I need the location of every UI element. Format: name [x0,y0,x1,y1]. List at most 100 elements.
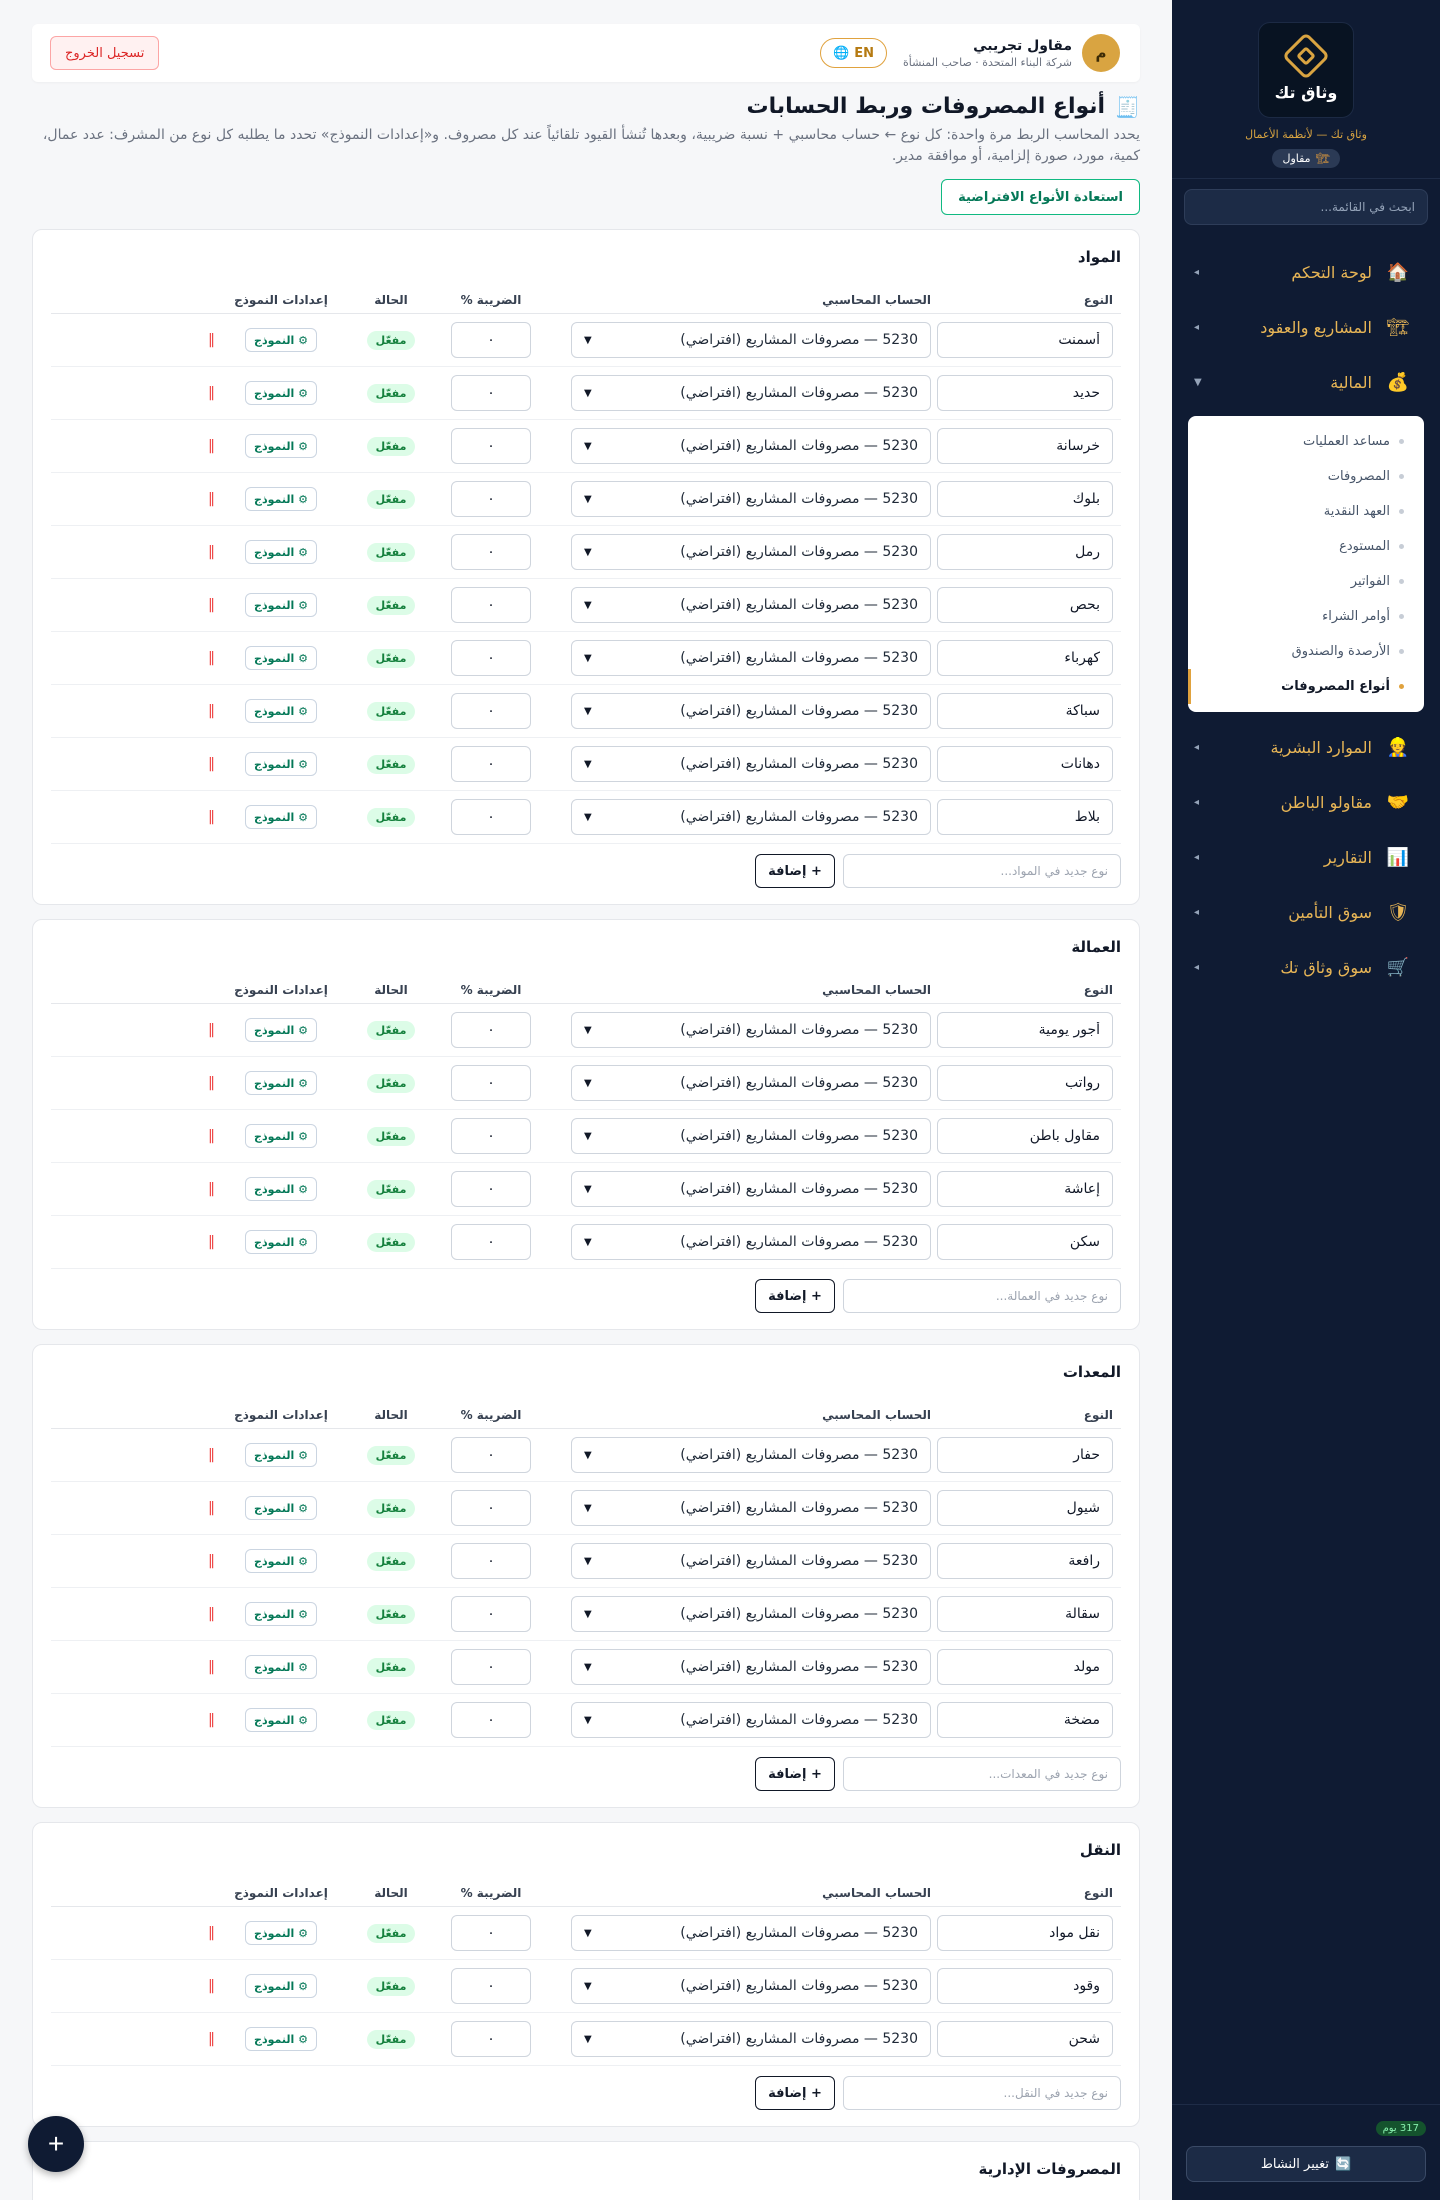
type-name-input[interactable] [937,1012,1113,1048]
account-select[interactable]: 5230 — مصروفات المشاريع (افتراضي) ▼ [571,2021,931,2057]
type-name-input[interactable] [937,799,1113,835]
account-select[interactable]: 5230 — مصروفات المشاريع (افتراضي) ▼ [571,428,931,464]
model-settings-button[interactable]: ⚙ النموذج [245,1496,317,1520]
delete-icon[interactable]: ‖ [202,1076,221,1090]
tax-rate-input[interactable] [451,1171,531,1207]
model-settings-button[interactable]: ⚙ النموذج [245,1708,317,1732]
sidebar-item-0[interactable]: 🏠 لوحة التحكم ◂ [1172,245,1440,300]
delete-icon[interactable]: ‖ [202,1182,221,1196]
sidebar-item-5[interactable]: 📊 التقارير ◂ [1172,830,1440,885]
type-name-input[interactable] [937,481,1113,517]
account-select[interactable]: 5230 — مصروفات المشاريع (افتراضي) ▼ [571,534,931,570]
add-type-button[interactable]: + إضافة [755,1279,835,1313]
tax-rate-input[interactable] [451,693,531,729]
model-settings-button[interactable]: ⚙ النموذج [245,1921,317,1945]
delete-icon[interactable]: ‖ [202,704,221,718]
model-settings-button[interactable]: ⚙ النموذج [245,1549,317,1573]
delete-icon[interactable]: ‖ [202,1979,221,1993]
account-select[interactable]: 5230 — مصروفات المشاريع (افتراضي) ▼ [571,1968,931,2004]
submenu-item-1[interactable]: المصروفات [1188,459,1424,494]
tax-rate-input[interactable] [451,1065,531,1101]
tax-rate-input[interactable] [451,1968,531,2004]
model-settings-button[interactable]: ⚙ النموذج [245,1124,317,1148]
model-settings-button[interactable]: ⚙ النموذج [245,540,317,564]
model-settings-button[interactable]: ⚙ النموذج [245,328,317,352]
submenu-item-7[interactable]: أنواع المصروفات [1188,669,1424,704]
model-settings-button[interactable]: ⚙ النموذج [245,1177,317,1201]
model-settings-button[interactable]: ⚙ النموذج [245,2027,317,2051]
tax-rate-input[interactable] [451,2021,531,2057]
tax-rate-input[interactable] [451,1012,531,1048]
tax-rate-input[interactable] [451,1702,531,1738]
account-select[interactable]: 5230 — مصروفات المشاريع (افتراضي) ▼ [571,1702,931,1738]
account-select[interactable]: 5230 — مصروفات المشاريع (افتراضي) ▼ [571,1649,931,1685]
model-settings-button[interactable]: ⚙ النموذج [245,1443,317,1467]
model-settings-button[interactable]: ⚙ النموذج [245,1230,317,1254]
type-name-input[interactable] [937,1490,1113,1526]
delete-icon[interactable]: ‖ [202,651,221,665]
logo[interactable]: وثاق تك [1258,22,1354,118]
tax-rate-input[interactable] [451,1915,531,1951]
restore-defaults-button[interactable]: استعادة الأنواع الافتراضية [941,179,1140,215]
new-type-input[interactable] [843,1279,1121,1313]
model-settings-button[interactable]: ⚙ النموذج [245,699,317,723]
account-select[interactable]: 5230 — مصروفات المشاريع (افتراضي) ▼ [571,746,931,782]
change-activity-button[interactable]: 🔄 تغيير النشاط [1186,2146,1426,2182]
new-type-input[interactable] [843,2076,1121,2110]
account-select[interactable]: 5230 — مصروفات المشاريع (افتراضي) ▼ [571,799,931,835]
tax-rate-input[interactable] [451,587,531,623]
type-name-input[interactable] [937,375,1113,411]
delete-icon[interactable]: ‖ [202,810,221,824]
model-settings-button[interactable]: ⚙ النموذج [245,1655,317,1679]
account-select[interactable]: 5230 — مصروفات المشاريع (افتراضي) ▼ [571,1224,931,1260]
model-settings-button[interactable]: ⚙ النموذج [245,1974,317,1998]
delete-icon[interactable]: ‖ [202,598,221,612]
delete-icon[interactable]: ‖ [202,1713,221,1727]
model-settings-button[interactable]: ⚙ النموذج [245,1071,317,1095]
type-name-input[interactable] [937,428,1113,464]
delete-icon[interactable]: ‖ [202,1235,221,1249]
sidebar-item-1[interactable]: 🏗 المشاريع والعقود ◂ [1172,300,1440,355]
tax-rate-input[interactable] [451,1437,531,1473]
submenu-item-2[interactable]: العهد النقدية [1188,494,1424,529]
type-name-input[interactable] [937,1596,1113,1632]
type-name-input[interactable] [937,2021,1113,2057]
account-select[interactable]: 5230 — مصروفات المشاريع (افتراضي) ▼ [571,1171,931,1207]
submenu-item-4[interactable]: الفواتير [1188,564,1424,599]
logout-button[interactable]: تسجيل الخروج [50,36,160,70]
model-settings-button[interactable]: ⚙ النموذج [245,487,317,511]
language-toggle-button[interactable]: EN 🌐 [820,38,887,68]
delete-icon[interactable]: ‖ [202,439,221,453]
model-settings-button[interactable]: ⚙ النموذج [245,646,317,670]
delete-icon[interactable]: ‖ [202,757,221,771]
tax-rate-input[interactable] [451,746,531,782]
model-settings-button[interactable]: ⚙ النموذج [245,805,317,829]
delete-icon[interactable]: ‖ [202,1554,221,1568]
account-select[interactable]: 5230 — مصروفات المشاريع (افتراضي) ▼ [571,1065,931,1101]
sidebar-item-4[interactable]: 🤝 مقاولو الباطن ◂ [1172,775,1440,830]
delete-icon[interactable]: ‖ [202,1129,221,1143]
add-type-button[interactable]: + إضافة [755,854,835,888]
sidebar-search-input[interactable] [1184,189,1428,225]
delete-icon[interactable]: ‖ [202,2032,221,2046]
type-name-input[interactable] [937,1065,1113,1101]
floating-add-button[interactable]: + [28,2116,84,2172]
delete-icon[interactable]: ‖ [202,1501,221,1515]
account-select[interactable]: 5230 — مصروفات المشاريع (افتراضي) ▼ [571,1596,931,1632]
type-name-input[interactable] [937,1171,1113,1207]
type-name-input[interactable] [937,1968,1113,2004]
account-select[interactable]: 5230 — مصروفات المشاريع (افتراضي) ▼ [571,375,931,411]
submenu-item-5[interactable]: أوامر الشراء [1188,599,1424,634]
account-select[interactable]: 5230 — مصروفات المشاريع (افتراضي) ▼ [571,481,931,517]
type-name-input[interactable] [937,640,1113,676]
delete-icon[interactable]: ‖ [202,1448,221,1462]
sidebar-item-6[interactable]: 🛡 سوق التأمين ◂ [1172,885,1440,940]
type-name-input[interactable] [937,746,1113,782]
sidebar-item-2[interactable]: 💰 المالية ▼ [1172,355,1440,410]
model-settings-button[interactable]: ⚙ النموذج [245,1018,317,1042]
tax-rate-input[interactable] [451,1224,531,1260]
avatar[interactable]: م [1082,34,1120,72]
sidebar-item-3[interactable]: 👷 الموارد البشرية ◂ [1172,720,1440,775]
account-select[interactable]: 5230 — مصروفات المشاريع (افتراضي) ▼ [571,1490,931,1526]
delete-icon[interactable]: ‖ [202,492,221,506]
